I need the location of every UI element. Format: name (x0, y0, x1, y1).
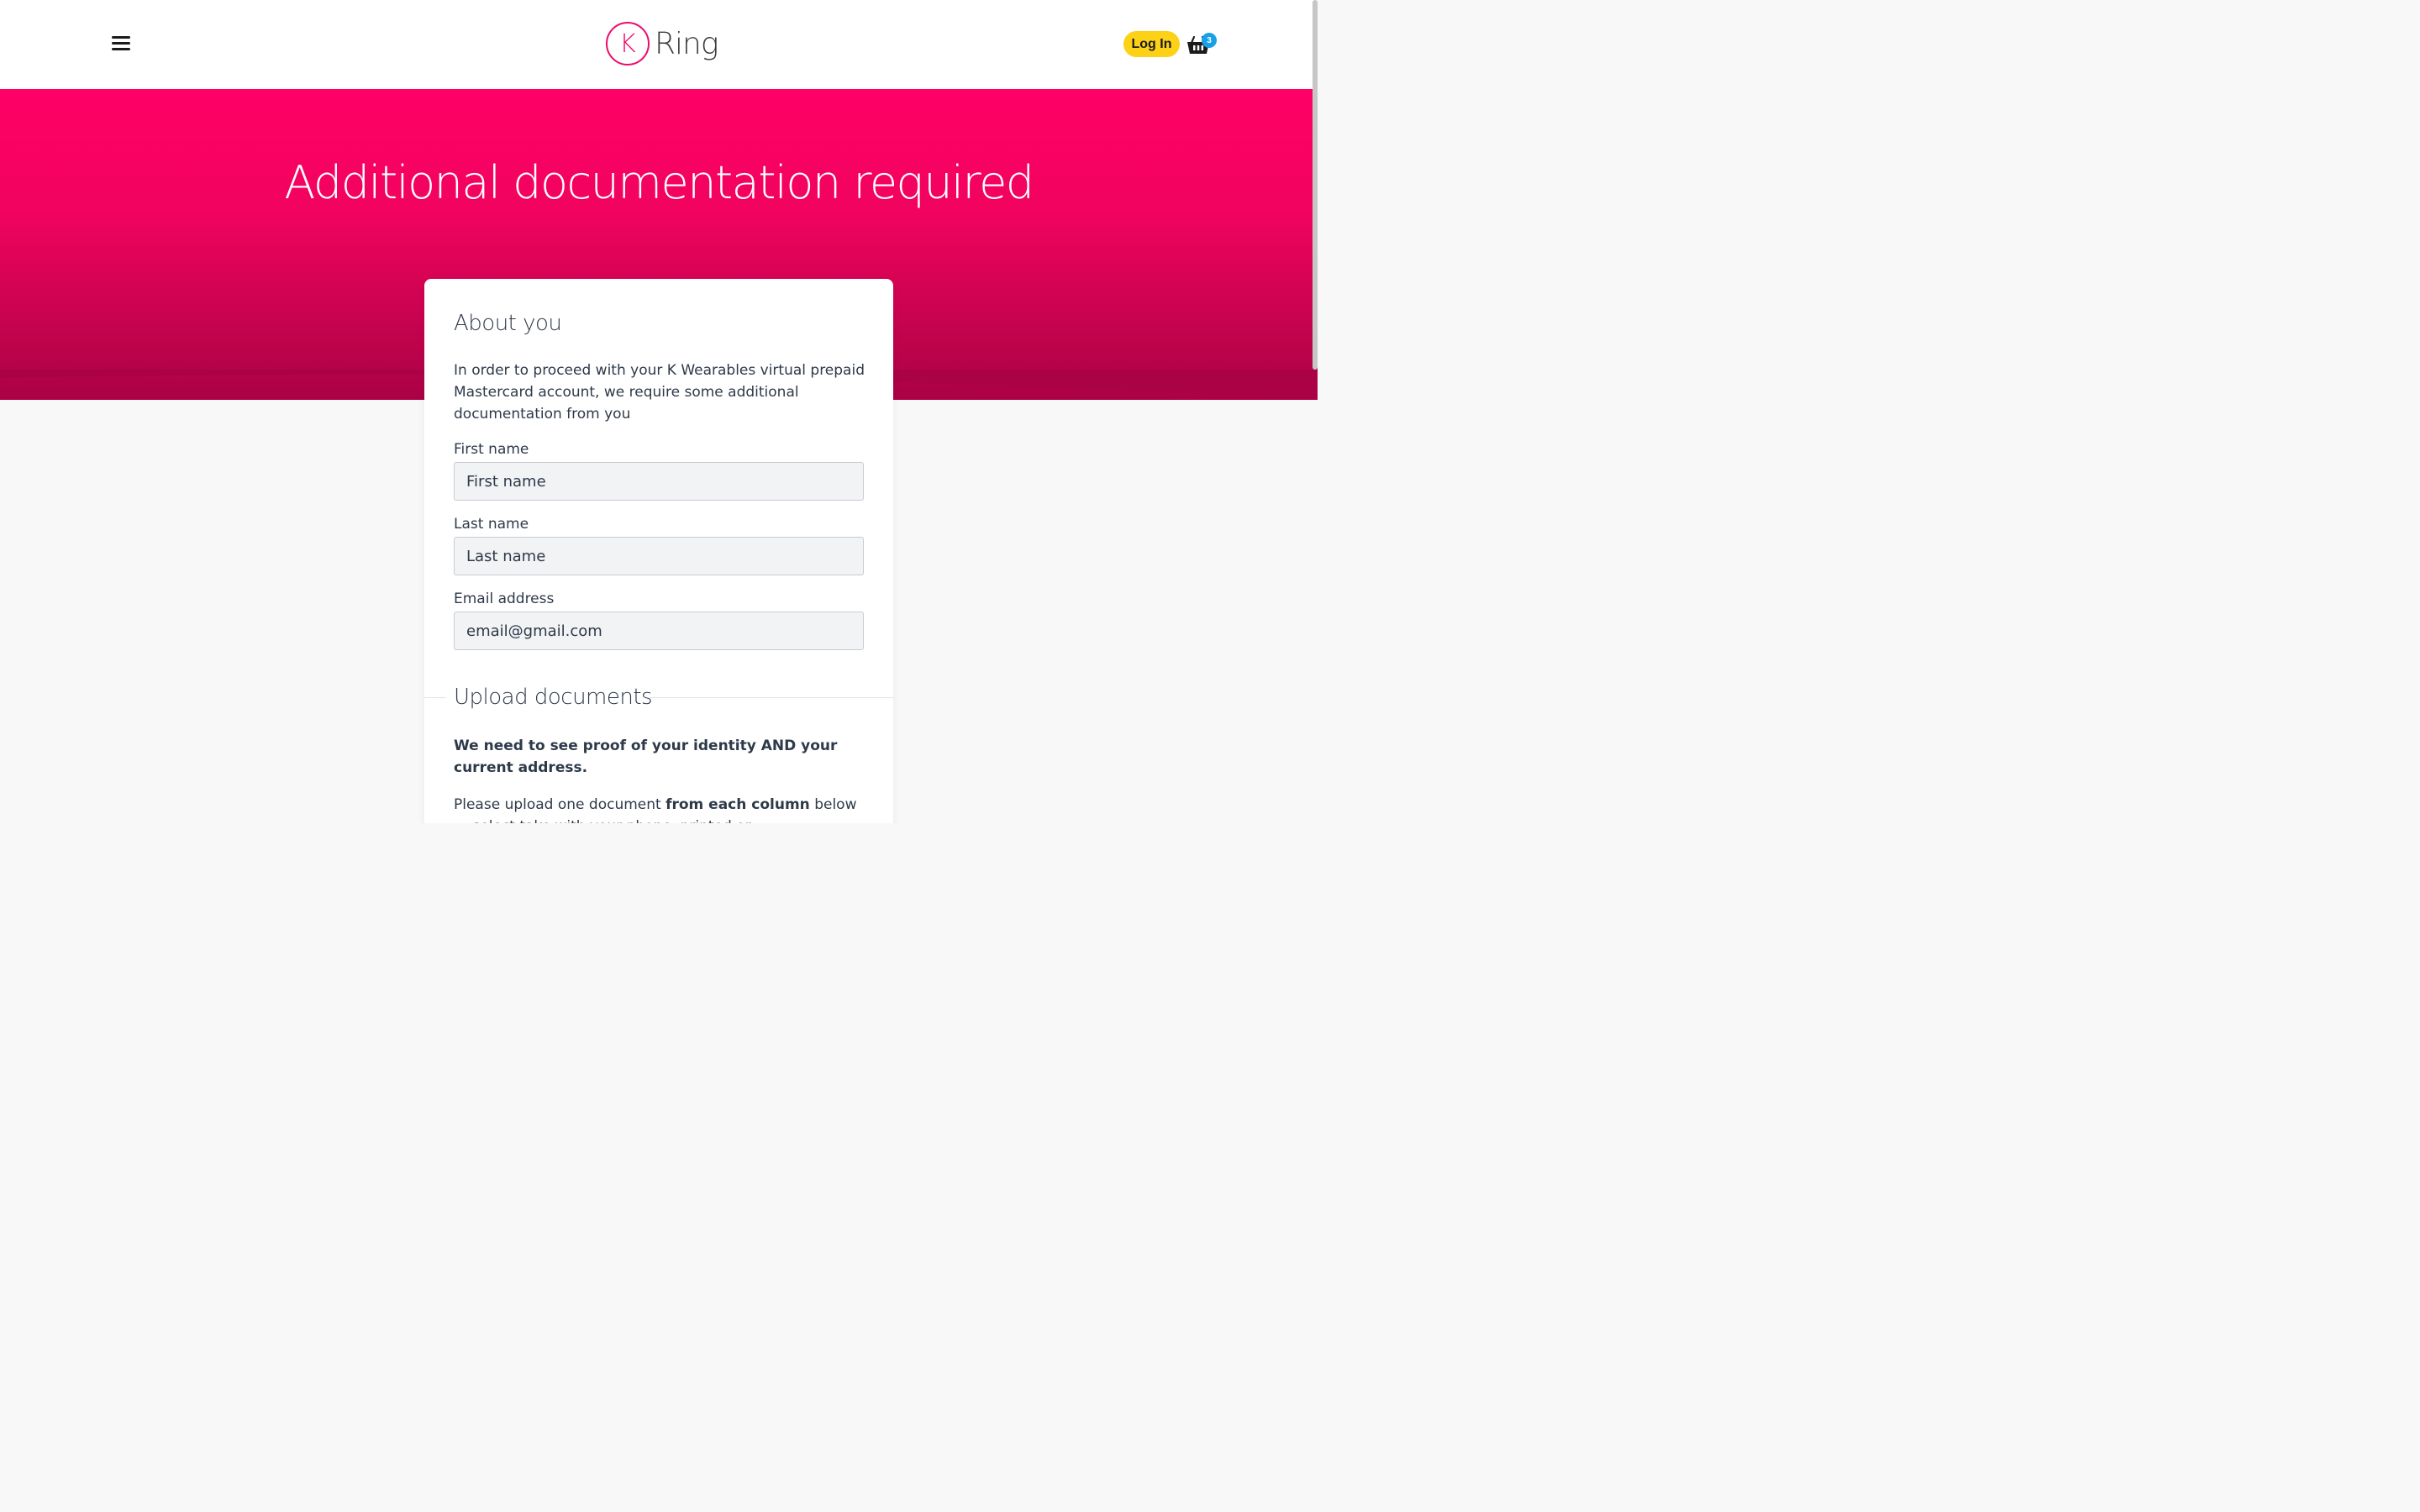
first-name-label: First name (454, 441, 529, 458)
basket-count-badge: 3 (1202, 33, 1217, 48)
brand-mark-icon: K (606, 22, 650, 66)
scrollbar[interactable] (1313, 0, 1318, 370)
proof-required-text: We need to see proof of your identity AN… (454, 738, 838, 776)
first-name-field[interactable] (454, 462, 864, 501)
brand-logo[interactable]: K Ring (606, 21, 718, 66)
upload-instruction-prefix: Please upload one document (454, 796, 666, 813)
about-intro-text: In order to proceed with your K Wearable… (454, 362, 865, 423)
page-title: Additional documentation required (284, 156, 1034, 209)
upload-instruction-text: Please upload one document from each col… (454, 794, 865, 823)
section-divider-left (424, 697, 446, 698)
login-button[interactable]: Log In (1123, 31, 1180, 57)
documentation-form-card: About you In order to proceed with your … (424, 279, 893, 823)
upload-documents-heading: Upload documents (454, 685, 653, 710)
email-field[interactable] (454, 612, 864, 650)
email-label: Email address (454, 591, 555, 607)
last-name-label: Last name (454, 516, 529, 533)
section-divider-right (650, 697, 893, 698)
about-you-heading: About you (454, 311, 562, 336)
site-header: K Ring Log In 3 (0, 0, 1318, 89)
page: K Ring Log In 3 Additional documentation… (0, 0, 1318, 823)
last-name-field[interactable] (454, 537, 864, 575)
upload-instruction-emphasis: from each column (666, 796, 810, 813)
menu-icon[interactable] (112, 36, 130, 51)
brand-name: Ring (655, 26, 718, 61)
